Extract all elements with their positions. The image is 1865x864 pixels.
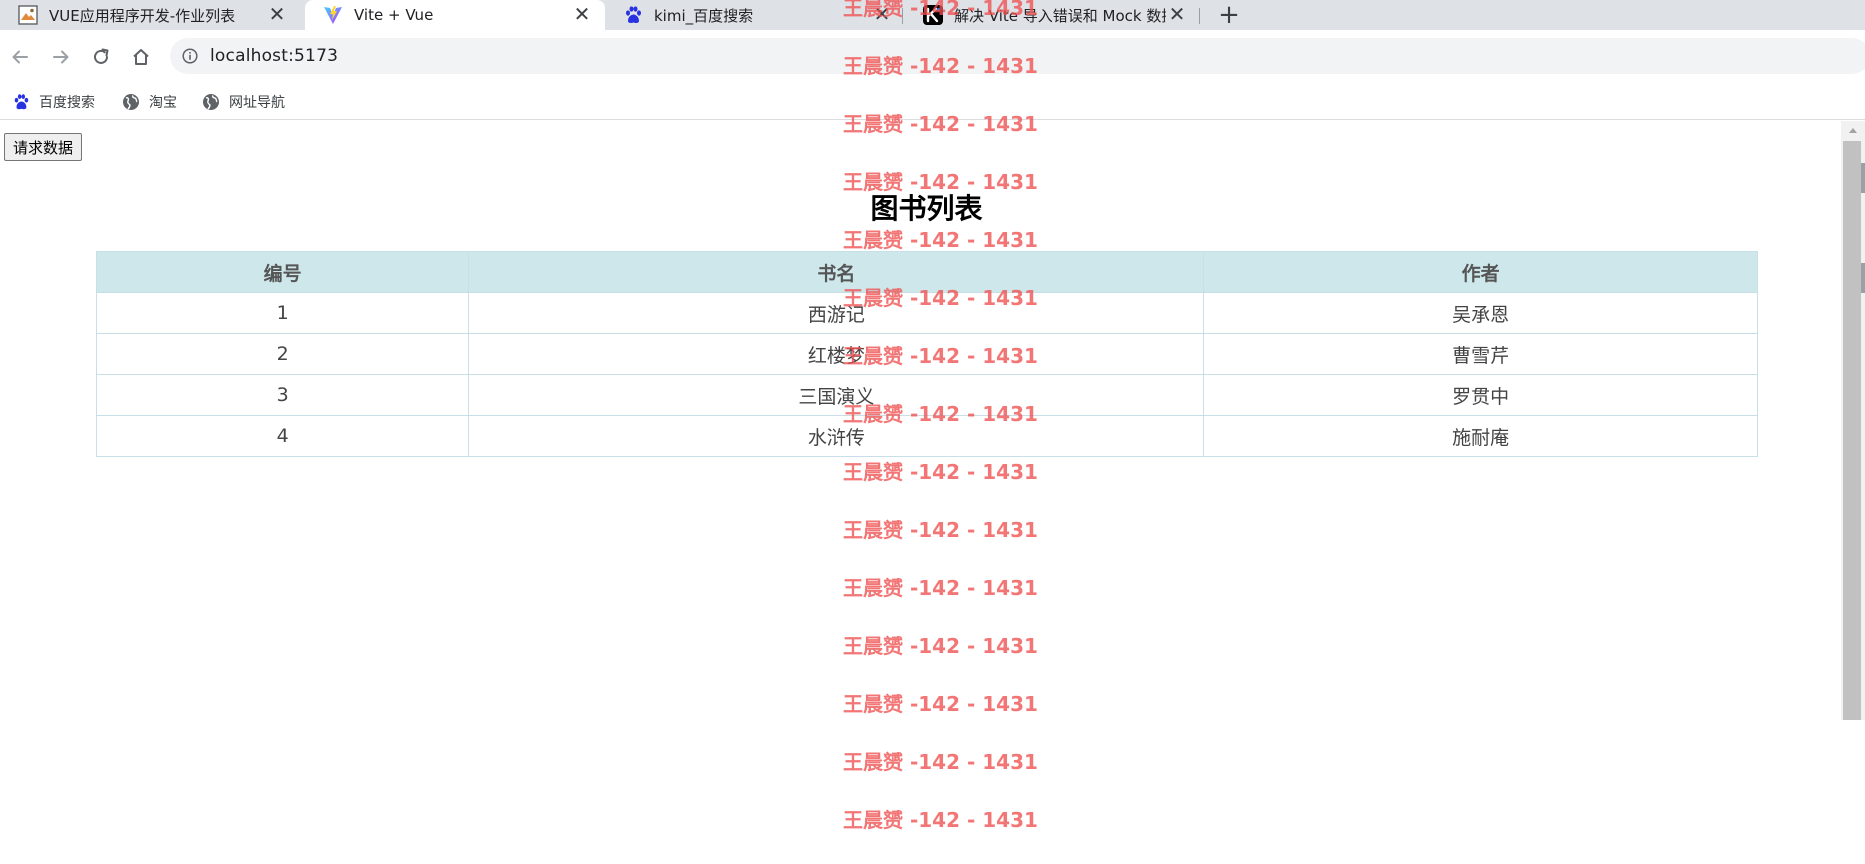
arrow-left-icon: [11, 48, 29, 70]
tab-close-icon[interactable]: ✕: [1166, 2, 1188, 26]
bookmarks-bar: 百度搜索 淘宝 网址导航: [0, 86, 1865, 120]
home-button[interactable]: [125, 43, 157, 75]
column-header-title: 书名: [468, 251, 1205, 293]
book-table: 编号 书名 作者 1 西游记 吴承恩 2 红楼梦 曹雪芹 3 三国演义 罗贯中 …: [95, 251, 1758, 457]
image-favicon-icon: [18, 5, 38, 25]
side-panel-edge: [1861, 263, 1865, 293]
cell-id: 3: [95, 374, 470, 416]
table-row: 1 西游记 吴承恩: [95, 292, 1758, 334]
side-panel-edge: [1861, 163, 1865, 193]
tab-separator: [1199, 8, 1200, 24]
browser-toolbar: localhost:5173: [0, 30, 1865, 86]
browser-window: VUE应用程序开发-作业列表 ✕ Vite + Vue ✕ kimi_百度搜索 …: [0, 0, 1865, 864]
kimi-k-icon: [923, 5, 943, 25]
home-icon: [132, 48, 150, 70]
address-bar[interactable]: localhost:5173: [170, 38, 1865, 74]
arrow-right-icon: [52, 48, 70, 70]
tab-vue-assignments[interactable]: VUE应用程序开发-作业列表 ✕: [0, 0, 300, 30]
cell-author: 施耐庵: [1203, 415, 1758, 457]
tab-vite-vue[interactable]: Vite + Vue ✕: [305, 0, 605, 30]
bookmark-url-navigation[interactable]: 网址导航: [202, 90, 285, 114]
page-viewport: 请求数据 图书列表 编号 书名 作者 1 西游记 吴承恩 2 红楼梦 曹雪芹 3…: [0, 121, 1865, 864]
column-header-id: 编号: [95, 251, 470, 293]
reload-icon: [92, 48, 110, 70]
new-tab-button[interactable]: +: [1216, 0, 1242, 30]
address-url: localhost:5173: [210, 46, 339, 66]
cell-title: 红楼梦: [468, 333, 1205, 375]
tab-close-icon[interactable]: ✕: [266, 2, 288, 26]
cell-title: 西游记: [468, 292, 1205, 334]
cell-title: 水浒传: [468, 415, 1205, 457]
tab-kimi-vite-mock[interactable]: 解决 Vite 导入错误和 Mock 数据 ✕: [905, 0, 1200, 30]
bookmark-label: 淘宝: [149, 95, 177, 111]
cell-id: 1: [95, 292, 470, 334]
vertical-scrollbar[interactable]: [1841, 121, 1865, 720]
page-title: 图书列表: [870, 192, 983, 225]
tab-kimi-baidu[interactable]: kimi_百度搜索 ✕: [605, 0, 905, 30]
baidu-paw-icon: [12, 93, 30, 111]
tab-title: 解决 Vite 导入错误和 Mock 数据: [954, 6, 1166, 25]
table-row: 4 水浒传 施耐庵: [95, 415, 1758, 457]
bookmark-taobao[interactable]: 淘宝: [122, 90, 177, 114]
reload-button[interactable]: [85, 43, 117, 75]
cell-id: 4: [95, 415, 470, 457]
tab-separator: [902, 8, 903, 24]
request-data-button[interactable]: 请求数据: [4, 133, 83, 161]
globe-icon: [122, 93, 140, 111]
tab-close-icon[interactable]: ✕: [871, 2, 893, 26]
tab-title: Vite + Vue: [354, 6, 434, 24]
cell-author: 吴承恩: [1203, 292, 1758, 334]
bookmark-baidu-search[interactable]: 百度搜索: [12, 90, 95, 114]
bookmark-label: 百度搜索: [39, 95, 95, 111]
plus-icon: +: [1218, 0, 1240, 30]
scrollbar-thumb[interactable]: [1843, 141, 1861, 720]
forward-button[interactable]: [45, 43, 77, 75]
tab-close-icon[interactable]: ✕: [571, 2, 593, 26]
globe-icon: [202, 93, 220, 111]
cell-author: 曹雪芹: [1203, 333, 1758, 375]
scroll-up-arrow-icon[interactable]: [1841, 121, 1865, 139]
bookmark-label: 网址导航: [229, 95, 285, 111]
info-icon[interactable]: [182, 48, 198, 64]
vite-logo-icon: [323, 5, 343, 25]
cell-id: 2: [95, 333, 470, 375]
table-header-row: 编号 书名 作者: [95, 251, 1758, 293]
cell-title: 三国演义: [468, 374, 1205, 416]
tab-title: VUE应用程序开发-作业列表: [49, 6, 236, 25]
baidu-paw-icon: [623, 5, 643, 25]
column-header-author: 作者: [1203, 251, 1758, 293]
back-button[interactable]: [4, 43, 36, 75]
tab-title: kimi_百度搜索: [654, 6, 754, 25]
tab-strip: VUE应用程序开发-作业列表 ✕ Vite + Vue ✕ kimi_百度搜索 …: [0, 0, 1865, 30]
table-row: 2 红楼梦 曹雪芹: [95, 333, 1758, 375]
cell-author: 罗贯中: [1203, 374, 1758, 416]
table-row: 3 三国演义 罗贯中: [95, 374, 1758, 416]
